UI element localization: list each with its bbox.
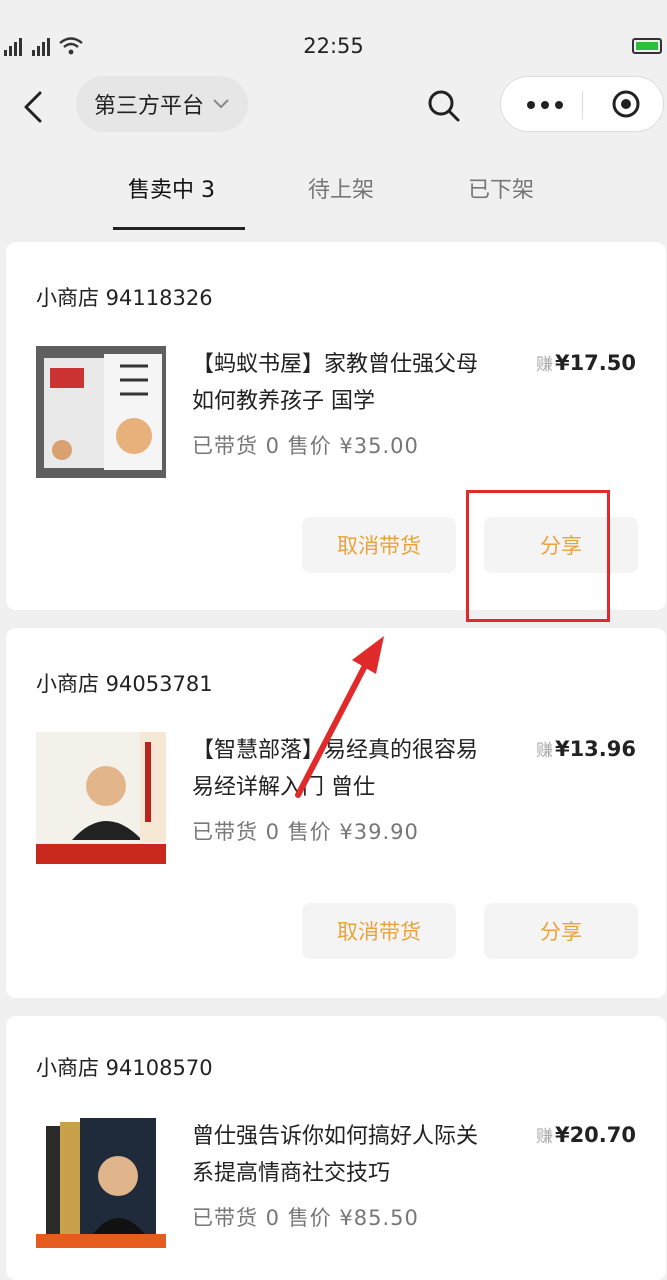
highlight-box <box>466 490 610 622</box>
earn-price: ¥20.70 <box>554 1123 636 1147</box>
platform-selector[interactable]: 第三方平台 <box>76 76 249 132</box>
product-title[interactable]: 【智慧部落】易经真的很容易 易经详解入门 曾仕 <box>192 732 492 806</box>
product-title[interactable]: 曾仕强告诉你如何搞好人际关系提高情商社交技巧 <box>192 1118 492 1192</box>
earn-price: ¥17.50 <box>554 351 636 375</box>
earn-tag: 赚 <box>535 741 553 761</box>
commission: 赚¥13.96 <box>536 736 636 761</box>
battery-icon <box>632 38 662 54</box>
share-button[interactable]: 分享 <box>484 903 638 959</box>
more-dots-icon[interactable] <box>527 95 571 115</box>
nav-bar: 第三方平台 <box>0 74 667 138</box>
earn-tag: 赚 <box>535 1127 553 1147</box>
mini-program-capsule <box>500 76 664 132</box>
earn-tag: 赚 <box>535 355 553 375</box>
product-title[interactable]: 【蚂蚁书屋】家教曾仕强父母如何教养孩子 国学 <box>192 346 492 420</box>
product-thumbnail[interactable] <box>36 346 166 478</box>
product-thumbnail[interactable] <box>36 1116 166 1248</box>
status-tabs: 售卖中 3 待上架 已下架 <box>0 162 667 232</box>
tab-pending[interactable]: 待上架 <box>308 172 374 204</box>
cancel-promotion-button[interactable]: 取消带货 <box>302 517 456 573</box>
product-card: 小商店 94053781 【智慧部落】易经真的很容易 易经详解入门 曾仕 已带货… <box>6 628 666 998</box>
cancel-promotion-button[interactable]: 取消带货 <box>302 903 456 959</box>
product-thumbnail[interactable] <box>36 732 166 864</box>
chevron-down-icon <box>213 99 229 109</box>
tab-on-sale[interactable]: 售卖中 3 <box>128 172 215 204</box>
product-stats: 已带货 0 售价 ¥35.00 <box>192 434 419 458</box>
shop-name: 小商店 94108570 <box>36 1056 213 1080</box>
search-icon[interactable] <box>426 88 462 124</box>
back-arrow-icon[interactable] <box>20 90 50 124</box>
commission: 赚¥20.70 <box>536 1122 636 1147</box>
product-card: 小商店 94108570 曾仕强告诉你如何搞好人际关系提高情商社交技巧 已带货 … <box>6 1016 666 1280</box>
product-stats: 已带货 0 售价 ¥39.90 <box>192 820 419 844</box>
status-time: 22:55 <box>303 34 364 58</box>
shop-name: 小商店 94118326 <box>36 286 213 310</box>
target-icon[interactable] <box>611 89 641 119</box>
platform-label: 第三方平台 <box>94 94 205 119</box>
tab-removed[interactable]: 已下架 <box>468 172 534 204</box>
product-stats: 已带货 0 售价 ¥85.50 <box>192 1206 419 1230</box>
shop-name: 小商店 94053781 <box>36 672 213 696</box>
capsule-divider <box>582 91 583 119</box>
commission: 赚¥17.50 <box>536 350 636 375</box>
earn-price: ¥13.96 <box>554 737 636 761</box>
active-tab-indicator <box>113 227 245 230</box>
status-bar: 22:55 <box>0 0 667 70</box>
